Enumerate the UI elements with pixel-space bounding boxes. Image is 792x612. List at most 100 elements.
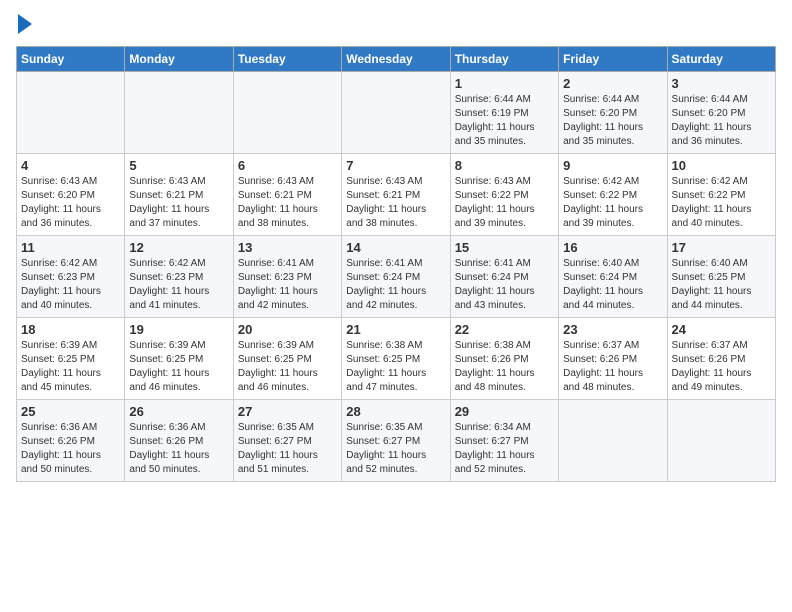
- day-number: 7: [346, 158, 445, 173]
- calendar-cell: 1 Sunrise: 6:44 AM Sunset: 6:19 PM Daylig…: [450, 72, 558, 154]
- day-number: 15: [455, 240, 554, 255]
- header-friday: Friday: [559, 47, 667, 72]
- day-info: Sunrise: 6:38 AM Sunset: 6:25 PM Dayligh…: [346, 339, 445, 395]
- calendar-cell: 15 Sunrise: 6:41 AM Sunset: 6:24 PM Dayli…: [450, 236, 558, 318]
- calendar-cell: 5 Sunrise: 6:43 AM Sunset: 6:21 PM Daylig…: [125, 154, 233, 236]
- day-number: 1: [455, 76, 554, 91]
- header-tuesday: Tuesday: [233, 47, 341, 72]
- calendar-cell: [17, 72, 125, 154]
- calendar-cell: 28 Sunrise: 6:35 AM Sunset: 6:27 PM Dayli…: [342, 400, 450, 482]
- day-number: 14: [346, 240, 445, 255]
- day-number: 5: [129, 158, 228, 173]
- day-info: Sunrise: 6:36 AM Sunset: 6:26 PM Dayligh…: [21, 421, 120, 477]
- calendar-cell: 16 Sunrise: 6:40 AM Sunset: 6:24 PM Dayli…: [559, 236, 667, 318]
- day-number: 24: [672, 322, 771, 337]
- calendar-cell: 27Sunrise: 6:35 AM Sunset: 6:27 PM Dayli…: [233, 400, 341, 482]
- day-number: 6: [238, 158, 337, 173]
- calendar-cell: 18 Sunrise: 6:39 AM Sunset: 6:25 PM Dayli…: [17, 318, 125, 400]
- calendar-cell: 14 Sunrise: 6:41 AM Sunset: 6:24 PM Dayli…: [342, 236, 450, 318]
- day-info: Sunrise: 6:41 AM Sunset: 6:24 PM Dayligh…: [346, 257, 445, 313]
- calendar-cell: 6 Sunrise: 6:43 AM Sunset: 6:21 PM Daylig…: [233, 154, 341, 236]
- day-info: Sunrise: 6:40 AM Sunset: 6:24 PM Dayligh…: [563, 257, 662, 313]
- day-number: 2: [563, 76, 662, 91]
- day-info: Sunrise: 6:43 AM Sunset: 6:21 PM Dayligh…: [238, 175, 337, 231]
- calendar-cell: [559, 400, 667, 482]
- calendar-header-row: SundayMondayTuesdayWednesdayThursdayFrid…: [17, 47, 776, 72]
- day-number: 11: [21, 240, 120, 255]
- calendar-cell: 25 Sunrise: 6:36 AM Sunset: 6:26 PM Dayli…: [17, 400, 125, 482]
- calendar-cell: 13 Sunrise: 6:41 AM Sunset: 6:23 PM Dayli…: [233, 236, 341, 318]
- calendar-cell: 12 Sunrise: 6:42 AM Sunset: 6:23 PM Dayli…: [125, 236, 233, 318]
- calendar-cell: 17 Sunrise: 6:40 AM Sunset: 6:25 PM Dayli…: [667, 236, 775, 318]
- calendar-week-row: 25 Sunrise: 6:36 AM Sunset: 6:26 PM Dayli…: [17, 400, 776, 482]
- header-sunday: Sunday: [17, 47, 125, 72]
- calendar-cell: 3Sunrise: 6:44 AM Sunset: 6:20 PM Daylig…: [667, 72, 775, 154]
- calendar-cell: 22Sunrise: 6:38 AM Sunset: 6:26 PM Dayli…: [450, 318, 558, 400]
- calendar-cell: 8 Sunrise: 6:43 AM Sunset: 6:22 PM Daylig…: [450, 154, 558, 236]
- page-header: [16, 16, 776, 34]
- calendar-cell: 10 Sunrise: 6:42 AM Sunset: 6:22 PM Dayli…: [667, 154, 775, 236]
- calendar-cell: 29 Sunrise: 6:34 AM Sunset: 6:27 PM Dayli…: [450, 400, 558, 482]
- calendar-cell: 11Sunrise: 6:42 AM Sunset: 6:23 PM Dayli…: [17, 236, 125, 318]
- header-saturday: Saturday: [667, 47, 775, 72]
- day-number: 3: [672, 76, 771, 91]
- header-thursday: Thursday: [450, 47, 558, 72]
- day-number: 12: [129, 240, 228, 255]
- calendar-cell: [233, 72, 341, 154]
- calendar-cell: [667, 400, 775, 482]
- calendar-cell: 21Sunrise: 6:38 AM Sunset: 6:25 PM Dayli…: [342, 318, 450, 400]
- day-number: 28: [346, 404, 445, 419]
- day-info: Sunrise: 6:39 AM Sunset: 6:25 PM Dayligh…: [129, 339, 228, 395]
- day-number: 25: [21, 404, 120, 419]
- day-info: Sunrise: 6:42 AM Sunset: 6:23 PM Dayligh…: [129, 257, 228, 313]
- day-info: Sunrise: 6:43 AM Sunset: 6:21 PM Dayligh…: [129, 175, 228, 231]
- calendar-week-row: 18 Sunrise: 6:39 AM Sunset: 6:25 PM Dayli…: [17, 318, 776, 400]
- day-number: 17: [672, 240, 771, 255]
- day-number: 4: [21, 158, 120, 173]
- day-info: Sunrise: 6:39 AM Sunset: 6:25 PM Dayligh…: [238, 339, 337, 395]
- day-number: 19: [129, 322, 228, 337]
- day-info: Sunrise: 6:44 AM Sunset: 6:19 PM Dayligh…: [455, 93, 554, 149]
- day-number: 10: [672, 158, 771, 173]
- day-number: 29: [455, 404, 554, 419]
- calendar-cell: 20 Sunrise: 6:39 AM Sunset: 6:25 PM Dayli…: [233, 318, 341, 400]
- day-number: 16: [563, 240, 662, 255]
- day-info: Sunrise: 6:37 AM Sunset: 6:26 PM Dayligh…: [672, 339, 771, 395]
- day-info: Sunrise: 6:39 AM Sunset: 6:25 PM Dayligh…: [21, 339, 120, 395]
- calendar-cell: [342, 72, 450, 154]
- day-info: Sunrise: 6:37 AM Sunset: 6:26 PM Dayligh…: [563, 339, 662, 395]
- calendar-cell: 9 Sunrise: 6:42 AM Sunset: 6:22 PM Daylig…: [559, 154, 667, 236]
- calendar-cell: 19 Sunrise: 6:39 AM Sunset: 6:25 PM Dayli…: [125, 318, 233, 400]
- calendar-cell: 4 Sunrise: 6:43 AM Sunset: 6:20 PM Daylig…: [17, 154, 125, 236]
- day-info: Sunrise: 6:38 AM Sunset: 6:26 PM Dayligh…: [455, 339, 554, 395]
- calendar-cell: [125, 72, 233, 154]
- day-info: Sunrise: 6:42 AM Sunset: 6:22 PM Dayligh…: [672, 175, 771, 231]
- day-info: Sunrise: 6:43 AM Sunset: 6:22 PM Dayligh…: [455, 175, 554, 231]
- day-number: 8: [455, 158, 554, 173]
- day-number: 18: [21, 322, 120, 337]
- day-info: Sunrise: 6:41 AM Sunset: 6:23 PM Dayligh…: [238, 257, 337, 313]
- calendar-week-row: 1 Sunrise: 6:44 AM Sunset: 6:19 PM Daylig…: [17, 72, 776, 154]
- calendar-cell: 26Sunrise: 6:36 AM Sunset: 6:26 PM Dayli…: [125, 400, 233, 482]
- logo-arrow-icon: [18, 14, 32, 34]
- header-wednesday: Wednesday: [342, 47, 450, 72]
- day-info: Sunrise: 6:44 AM Sunset: 6:20 PM Dayligh…: [563, 93, 662, 149]
- calendar-table: SundayMondayTuesdayWednesdayThursdayFrid…: [16, 46, 776, 482]
- day-info: Sunrise: 6:43 AM Sunset: 6:20 PM Dayligh…: [21, 175, 120, 231]
- calendar-week-row: 4 Sunrise: 6:43 AM Sunset: 6:20 PM Daylig…: [17, 154, 776, 236]
- logo: [16, 16, 32, 34]
- day-number: 13: [238, 240, 337, 255]
- day-number: 26: [129, 404, 228, 419]
- day-number: 20: [238, 322, 337, 337]
- day-info: Sunrise: 6:41 AM Sunset: 6:24 PM Dayligh…: [455, 257, 554, 313]
- day-info: Sunrise: 6:35 AM Sunset: 6:27 PM Dayligh…: [238, 421, 337, 477]
- day-info: Sunrise: 6:40 AM Sunset: 6:25 PM Dayligh…: [672, 257, 771, 313]
- calendar-cell: 2 Sunrise: 6:44 AM Sunset: 6:20 PM Daylig…: [559, 72, 667, 154]
- calendar-week-row: 11 Sunrise: 6:42 AM Sunset: 6:23 PM Dayli…: [17, 236, 776, 318]
- day-info: Sunrise: 6:34 AM Sunset: 6:27 PM Dayligh…: [455, 421, 554, 477]
- day-number: 9: [563, 158, 662, 173]
- day-info: Sunrise: 6:35 AM Sunset: 6:27 PM Dayligh…: [346, 421, 445, 477]
- day-number: 23: [563, 322, 662, 337]
- day-info: Sunrise: 6:42 AM Sunset: 6:22 PM Dayligh…: [563, 175, 662, 231]
- calendar-cell: 24 Sunrise: 6:37 AM Sunset: 6:26 PM Dayli…: [667, 318, 775, 400]
